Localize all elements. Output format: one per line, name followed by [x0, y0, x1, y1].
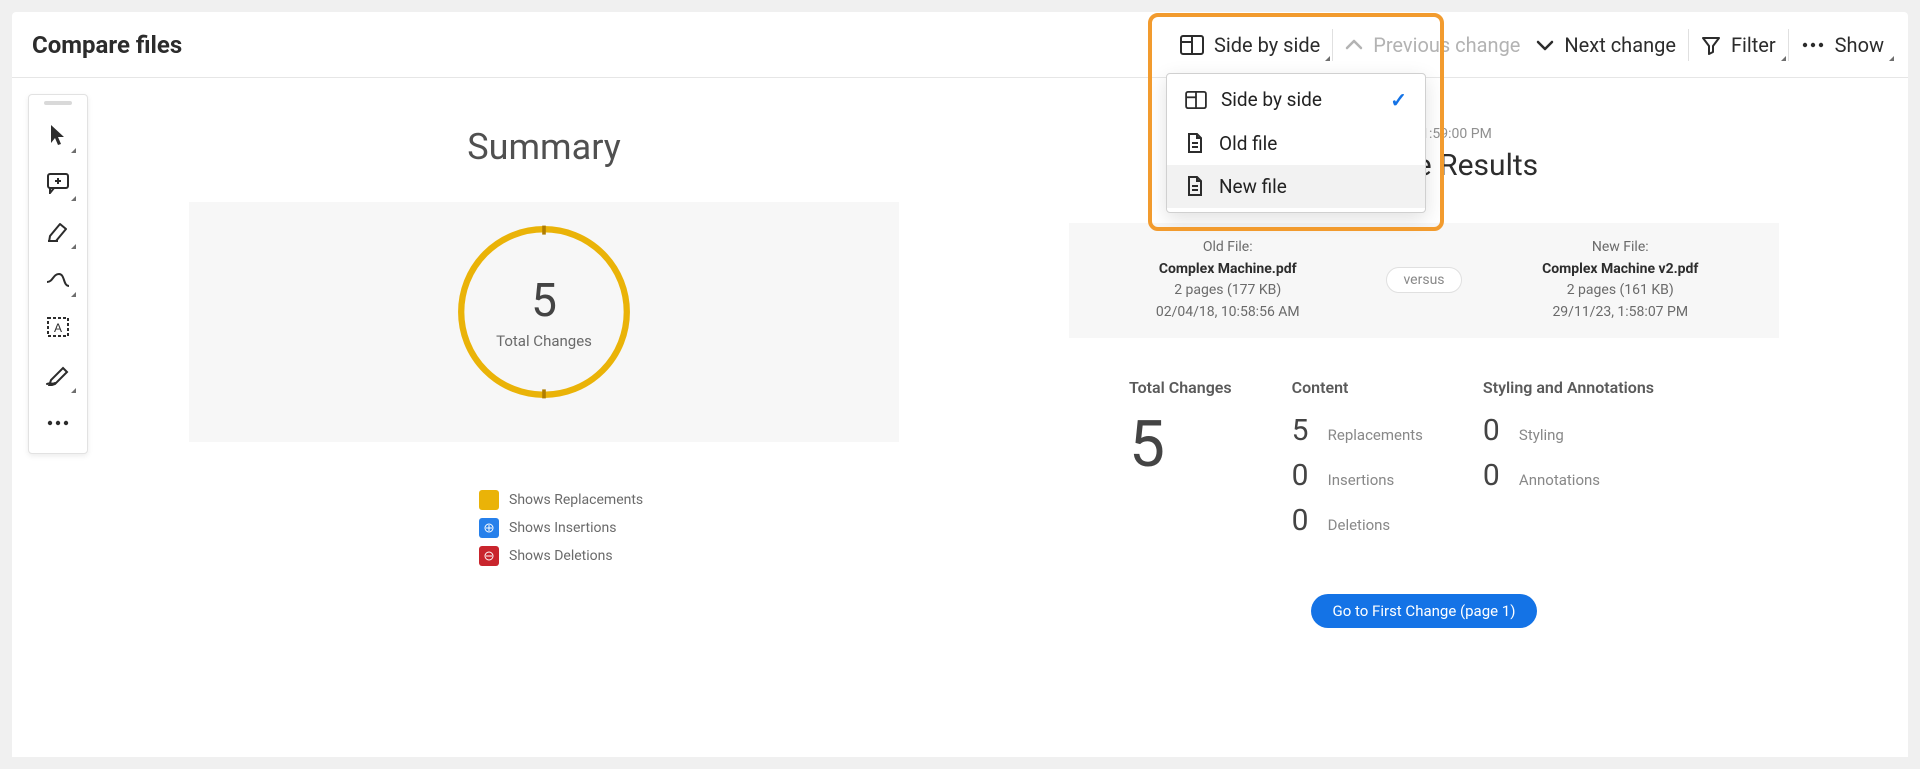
- previous-change-label: Previous change: [1373, 33, 1520, 57]
- side-by-side-icon: [1180, 35, 1204, 55]
- more-icon: [1801, 41, 1825, 49]
- dropdown-item-side-by-side[interactable]: Side by side ✓: [1167, 78, 1425, 122]
- replacements-swatch-icon: [479, 490, 499, 510]
- dropdown-item-label: Old file: [1219, 132, 1277, 155]
- topbar: Compare files Side by side Previous chan…: [12, 12, 1908, 78]
- show-label: Show: [1835, 33, 1884, 57]
- summary-card: 5 Total Changes: [189, 202, 899, 442]
- new-file-name: Complex Machine v2.pdf: [1462, 259, 1779, 281]
- insertions-swatch-icon: [479, 518, 499, 538]
- legend-insertions-label: Shows Insertions: [509, 520, 616, 536]
- dropdown-item-label: Side by side: [1221, 88, 1322, 111]
- text-box-icon: A: [46, 316, 70, 338]
- side-by-side-icon: [1185, 91, 1207, 109]
- toolbar-divider: [1332, 29, 1333, 61]
- versus-pill: versus: [1386, 267, 1461, 293]
- deletions-label: Deletions: [1328, 516, 1391, 534]
- view-mode-dropdown: Side by side ✓ Old file New file: [1166, 73, 1426, 213]
- summary-title: Summary: [128, 126, 960, 168]
- page-title: Compare files: [32, 31, 182, 59]
- new-file-meta: 2 pages (161 KB): [1462, 280, 1779, 302]
- chevron-down-icon: [1536, 39, 1554, 51]
- view-mode-dropdown-button[interactable]: Side by side: [1176, 27, 1324, 63]
- more-tools-button[interactable]: [34, 399, 82, 447]
- old-file-meta: 2 pages (177 KB): [1069, 280, 1386, 302]
- legend-replacements-label: Shows Replacements: [509, 492, 643, 508]
- document-icon: [1185, 132, 1205, 154]
- new-file-timestamp: 29/11/23, 1:58:07 PM: [1462, 302, 1779, 324]
- filter-button[interactable]: Filter: [1697, 27, 1780, 63]
- go-to-first-change-button[interactable]: Go to First Change (page 1): [1311, 594, 1538, 628]
- total-changes-donut: 5 Total Changes: [454, 222, 634, 402]
- previous-change-button[interactable]: Previous change: [1341, 27, 1524, 63]
- insertions-count: 0: [1292, 458, 1314, 493]
- replacements-count: 5: [1292, 413, 1314, 448]
- dropdown-item-label: New file: [1219, 175, 1287, 198]
- freeform-icon: [45, 270, 71, 288]
- toolbar-divider: [1688, 29, 1689, 61]
- total-changes-label: Total Changes: [496, 332, 592, 350]
- filter-label: Filter: [1731, 33, 1776, 57]
- old-file-name: Complex Machine.pdf: [1069, 259, 1386, 281]
- styling-heading: Styling and Annotations: [1483, 378, 1654, 397]
- old-file-label: Old File:: [1069, 237, 1386, 259]
- cursor-icon: [48, 123, 68, 147]
- highlight-tool-button[interactable]: [34, 207, 82, 255]
- styling-label: Styling: [1519, 426, 1564, 444]
- annotation-toolbar: A: [28, 94, 88, 454]
- check-icon: ✓: [1390, 88, 1407, 112]
- file-comparison-row: Old File: Complex Machine.pdf 2 pages (1…: [1069, 223, 1779, 338]
- old-file-column: Old File: Complex Machine.pdf 2 pages (1…: [1069, 237, 1386, 324]
- show-button[interactable]: Show: [1797, 27, 1888, 63]
- legend: Shows Replacements Shows Insertions Show…: [189, 490, 899, 566]
- main-area: A Summary: [12, 78, 1908, 757]
- add-comment-button[interactable]: [34, 159, 82, 207]
- signature-icon: [45, 364, 71, 386]
- toolbar-divider: [1788, 29, 1789, 61]
- app-frame: Compare files Side by side Previous chan…: [12, 12, 1908, 757]
- old-file-timestamp: 02/04/18, 10:58:56 AM: [1069, 302, 1386, 324]
- replacements-label: Replacements: [1328, 426, 1423, 444]
- select-tool-button[interactable]: [34, 111, 82, 159]
- total-changes-big-value: 5: [1129, 413, 1232, 477]
- total-changes-value: 5: [531, 274, 557, 328]
- content-heading: Content: [1292, 378, 1423, 397]
- legend-replacements: Shows Replacements: [479, 490, 899, 510]
- annotations-label: Annotations: [1519, 471, 1600, 489]
- deletions-count: 0: [1292, 503, 1314, 538]
- legend-deletions: Shows Deletions: [479, 546, 899, 566]
- legend-insertions: Shows Insertions: [479, 518, 899, 538]
- total-changes-column: Total Changes 5: [1129, 378, 1232, 538]
- draw-freeform-button[interactable]: [34, 255, 82, 303]
- view-mode-label: Side by side: [1214, 33, 1320, 57]
- total-changes-heading: Total Changes: [1129, 378, 1232, 397]
- dropdown-item-old-file[interactable]: Old file: [1167, 122, 1425, 165]
- sign-tool-button[interactable]: [34, 351, 82, 399]
- drag-grip-icon[interactable]: [44, 101, 72, 105]
- new-file-column: New File: Complex Machine v2.pdf 2 pages…: [1462, 237, 1779, 324]
- stats-row: Total Changes 5 Content 5Replacements 0I…: [1069, 378, 1779, 538]
- dropdown-item-new-file[interactable]: New file: [1167, 165, 1425, 208]
- left-pane: Summary 5 Total Changes: [12, 78, 960, 757]
- right-pane: 29/11/23, 1:59:00 PM Compare Results Old…: [960, 78, 1908, 757]
- document-icon: [1185, 175, 1205, 197]
- new-file-label: New File:: [1462, 237, 1779, 259]
- deletions-swatch-icon: [479, 546, 499, 566]
- styling-annotations-column: Styling and Annotations 0 Styling 0 Annota…: [1483, 378, 1654, 538]
- comment-plus-icon: [46, 172, 70, 194]
- text-box-tool-button[interactable]: A: [34, 303, 82, 351]
- highlighter-icon: [46, 220, 70, 242]
- styling-count: 0: [1483, 413, 1505, 448]
- filter-icon: [1701, 35, 1721, 55]
- next-change-label: Next change: [1564, 33, 1676, 57]
- annotations-count: 0: [1483, 458, 1505, 493]
- svg-text:A: A: [54, 321, 62, 335]
- more-icon: [46, 419, 70, 427]
- insertions-label: Insertions: [1328, 471, 1395, 489]
- next-change-button[interactable]: Next change: [1532, 27, 1680, 63]
- legend-deletions-label: Shows Deletions: [509, 548, 613, 564]
- content-changes-column: Content 5 Replacements 0 Insertions 0 Delet…: [1292, 378, 1423, 538]
- chevron-up-icon: [1345, 39, 1363, 51]
